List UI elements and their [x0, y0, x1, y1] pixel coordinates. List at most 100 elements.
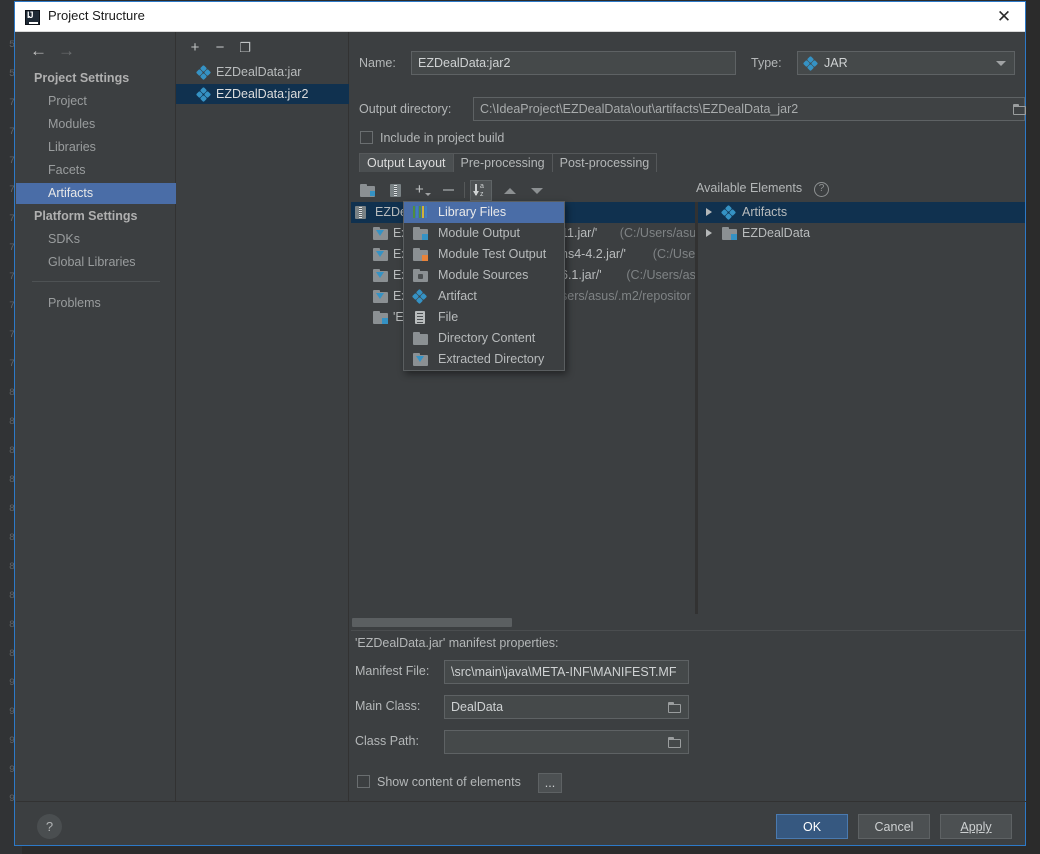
artifact-list-item[interactable]: EZDealData:jar [176, 62, 349, 82]
extracted-directory-icon [373, 290, 388, 303]
menu-item-label: Library Files [438, 205, 507, 219]
menu-item-label: Artifact [438, 289, 477, 303]
dialog-title: Project Structure [48, 8, 145, 23]
ok-button[interactable]: OK [776, 814, 848, 839]
menu-item-extracted-directory[interactable]: Extracted Directory [404, 349, 564, 370]
project-structure-dialog: Project Structure ✕ ← → Project Settings… [14, 1, 1026, 846]
artifact-list-item-label: EZDealData:jar2 [216, 87, 309, 101]
menu-item-label: Directory Content [438, 331, 536, 345]
type-label: Type: [751, 56, 782, 70]
folder-icon[interactable] [668, 702, 681, 713]
sidebar-item-modules[interactable]: Modules [16, 114, 176, 135]
file-icon [413, 311, 428, 324]
folder-icon[interactable] [668, 737, 681, 748]
arrow-down-icon[interactable] [526, 180, 548, 201]
menu-item-label: Extracted Directory [438, 352, 545, 366]
output-tabs: Output Layout Pre-processing Post-processi… [359, 153, 658, 172]
chevron-down-icon [996, 61, 1006, 66]
artifact-list-item-label: EZDealData:jar [216, 65, 302, 79]
available-element-row[interactable]: Artifacts [698, 202, 1025, 223]
help-button[interactable]: ? [37, 814, 62, 839]
show-content-checkbox[interactable] [357, 775, 370, 788]
artifact-list-item[interactable]: EZDealData:jar2 [176, 84, 349, 104]
available-elements-tree[interactable]: Artifacts EZDealData [697, 202, 1025, 614]
menu-item-file[interactable]: File [404, 307, 564, 328]
minus-icon[interactable] [438, 180, 460, 201]
tab-post-processing[interactable]: Post-processing [551, 153, 658, 172]
triangle-right-icon[interactable] [706, 229, 712, 237]
menu-item-module-output[interactable]: Module Output [404, 223, 564, 244]
arrow-up-icon[interactable] [499, 180, 521, 201]
sidebar-item-sdks[interactable]: SDKs [16, 229, 176, 250]
menu-item-directory-content[interactable]: Directory Content [404, 328, 564, 349]
add-artifact-button[interactable]: + [184, 37, 206, 59]
sidebar-item-project[interactable]: Project [16, 91, 176, 112]
extracted-directory-icon [413, 353, 428, 366]
directory-icon [413, 332, 428, 345]
available-element-row[interactable]: EZDealData [698, 223, 1025, 244]
manifest-field-input[interactable] [444, 730, 689, 754]
artifact-icon [411, 288, 428, 305]
available-element-label: EZDealData [742, 226, 811, 240]
menu-item-label: Module Test Output [438, 247, 547, 261]
manifest-field-label: Main Class: [355, 699, 421, 713]
menu-item-artifact[interactable]: Artifact [404, 286, 564, 307]
folder-icon[interactable] [1013, 104, 1026, 115]
extracted-directory-icon [373, 248, 388, 261]
remove-artifact-button[interactable]: − [209, 37, 231, 59]
artifact-name-input[interactable]: EZDealData:jar2 [411, 51, 736, 75]
output-tree-row-path: (C:/Users/asus/ [626, 268, 695, 282]
show-content-label: Show content of elements [377, 775, 521, 789]
include-in-build-checkbox[interactable] [360, 131, 373, 144]
sidebar-divider [32, 281, 160, 282]
tab-output-layout[interactable]: Output Layout [359, 153, 454, 172]
sidebar-item-problems[interactable]: Problems [16, 293, 176, 314]
dialog-titlebar: Project Structure ✕ [15, 2, 1025, 32]
sidebar-item-global-libraries[interactable]: Global Libraries [16, 252, 176, 273]
tab-pre-processing[interactable]: Pre-processing [452, 153, 553, 172]
menu-item-module-test-output[interactable]: Module Test Output [404, 244, 564, 265]
include-in-build-label: Include in project build [380, 131, 504, 145]
archive-icon[interactable] [384, 180, 406, 201]
available-element-label: Artifacts [742, 205, 788, 219]
settings-sidebar: ← → Project Settings Project Modules Librar… [16, 32, 176, 801]
plus-dropdown-icon[interactable]: + [411, 180, 433, 201]
triangle-right-icon[interactable] [706, 208, 712, 216]
sort-az-icon[interactable]: a z [470, 180, 492, 201]
folder-add-icon[interactable] [357, 180, 379, 201]
include-in-build-text: Include in project build [380, 131, 505, 145]
tree-hscrollbar-thumb[interactable] [352, 618, 512, 627]
module-output-icon [413, 227, 428, 240]
menu-item-module-sources[interactable]: Module Sources [404, 265, 564, 286]
archive-icon [355, 206, 366, 219]
output-tree-row-path: sers/asus/.m2/repositor [561, 289, 691, 303]
artifact-type-value: JAR [824, 56, 848, 70]
sidebar-item-libraries[interactable]: Libraries [16, 137, 176, 158]
menu-item-label: File [438, 310, 459, 324]
manifest-field-label: Manifest File: [355, 664, 430, 678]
apply-label: Apply [960, 820, 992, 834]
output-directory-input[interactable]: C:\IdeaProject\EZDealData\out\artifacts\… [473, 97, 1025, 121]
name-label: Name: [359, 56, 396, 70]
show-content-ellipsis-button[interactable]: ... [538, 773, 562, 793]
output-directory-label: Output directory: [359, 102, 452, 116]
manifest-field-input[interactable]: \src\main\java\META-INF\MANIFEST.MF [444, 660, 689, 684]
cancel-button[interactable]: Cancel [858, 814, 930, 839]
nav-history-controls: ← → [16, 38, 176, 64]
menu-item-label: Module Output [438, 226, 520, 240]
menu-item-library-files[interactable]: Library Files [404, 202, 564, 223]
manifest-field-input[interactable]: DealData [444, 695, 689, 719]
artifact-type-dropdown[interactable]: JAR [797, 51, 1015, 75]
arrow-left-icon[interactable]: ← [30, 42, 47, 59]
question-mark-icon[interactable]: ? [814, 182, 829, 197]
add-element-popup-menu[interactable]: Library Files Module Output Module Test Ou… [403, 201, 565, 371]
artifact-icon [195, 64, 212, 81]
module-test-output-icon [413, 248, 428, 261]
copy-artifact-button[interactable]: ❐ [234, 37, 256, 59]
sidebar-item-artifacts[interactable]: Artifacts [16, 183, 176, 204]
apply-button[interactable]: Apply [940, 814, 1012, 839]
close-icon[interactable]: ✕ [993, 6, 1015, 28]
arrow-right-icon[interactable]: → [58, 42, 75, 59]
footer-divider [16, 801, 1026, 802]
sidebar-item-facets[interactable]: Facets [16, 160, 176, 181]
